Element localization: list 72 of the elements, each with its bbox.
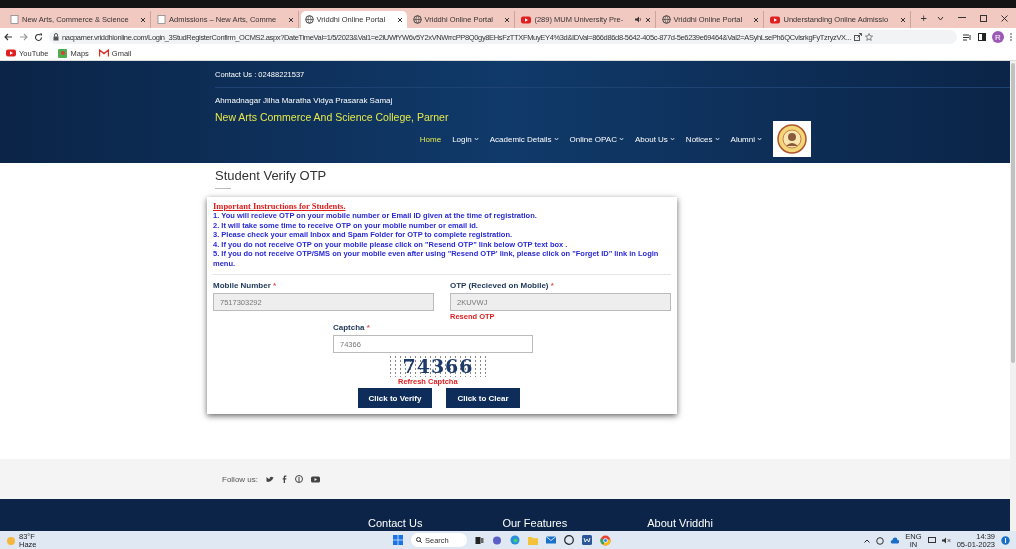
nav-link[interactable]: Online OPAC [569,134,624,144]
reading-list-icon[interactable] [963,33,972,41]
field-label: Captcha * [333,323,371,332]
maximize-icon[interactable] [980,14,987,22]
chevron-down-icon[interactable] [937,15,944,21]
search-icon [416,537,422,543]
globe-icon [661,15,671,24]
circle-logo-icon[interactable] [564,535,574,545]
mail-icon[interactable] [546,536,556,544]
footer-heading: About Vriddhi [647,517,713,529]
globe-icon [412,15,422,24]
play-icon [521,15,532,24]
college-name: New Arts Commerce And Science College, Parner [215,111,450,123]
map-pin-icon [58,48,68,58]
close-icon[interactable] [287,16,294,23]
facebook-icon[interactable] [282,475,287,483]
lock-icon [53,33,59,41]
page-icon [157,15,167,24]
nav-link[interactable]: Home [419,134,442,144]
minimize-icon[interactable] [958,17,966,19]
browser-swirl-icon[interactable] [510,535,520,545]
word-document-icon[interactable] [582,535,592,545]
youtube-icon[interactable] [311,475,320,483]
profile-avatar[interactable]: R [992,31,1004,43]
form-button[interactable]: Click to Clear [446,388,520,408]
play-icon [6,49,16,57]
start-icon[interactable] [393,535,403,545]
cloud-icon[interactable] [890,537,900,544]
scrollbar-thumb[interactable] [1011,63,1015,363]
notification-icon[interactable] [1001,536,1010,545]
captcha-image: 74366 [388,355,488,377]
task-view-icon[interactable] [475,535,484,545]
mail-icon [98,49,109,57]
close-icon[interactable] [753,16,760,23]
monitor-icon[interactable] [927,537,936,544]
address-bar[interactable] [49,30,957,44]
back-arrow-icon[interactable] [4,33,13,41]
footer-heading: Contact Us [368,517,423,529]
footer-heading: Our Features [502,517,568,529]
nav-link[interactable]: About Us [634,134,675,144]
star-icon[interactable] [864,33,873,41]
nav-link[interactable]: Login [452,134,479,144]
reload-icon[interactable] [34,32,43,42]
speaker-icon[interactable] [941,537,951,544]
new-tab-button[interactable]: + [912,12,935,24]
form-button[interactable]: Click to Verify [358,388,432,408]
close-icon[interactable] [396,16,403,23]
share-icon[interactable] [853,33,862,41]
close-icon[interactable] [140,16,147,23]
nav-link[interactable]: Alumni [730,134,762,144]
play-icon [770,15,781,24]
field-label: OTP (Recieved on Mobile) * [450,281,555,290]
globe-icon [304,15,314,24]
side-panel-icon[interactable] [978,33,986,41]
nav-link[interactable]: Notices [685,134,720,144]
chrome-icon[interactable] [600,534,611,546]
close-icon[interactable] [644,16,651,23]
chevron-up-icon[interactable] [864,538,871,543]
bird-icon[interactable] [266,475,274,483]
forward-arrow-icon[interactable] [19,33,28,41]
follow-us-label: Follow us: [222,474,258,484]
page-icon [10,15,19,24]
sun-icon [6,535,16,546]
chat-bubble-icon[interactable] [492,535,502,545]
close-icon[interactable] [1001,14,1008,22]
close-icon[interactable] [899,16,906,23]
instructions-heading: Important Instructions for Students. [213,201,347,211]
society-name: Ahmadnagar Jilha Maratha Vidya Prasarak Samaj [215,96,394,105]
nav-link[interactable]: Academic Details [489,134,559,144]
close-icon[interactable] [504,16,511,23]
field-label: Mobile Number * [213,281,278,290]
page-title: Student Verify OTP [215,168,328,183]
